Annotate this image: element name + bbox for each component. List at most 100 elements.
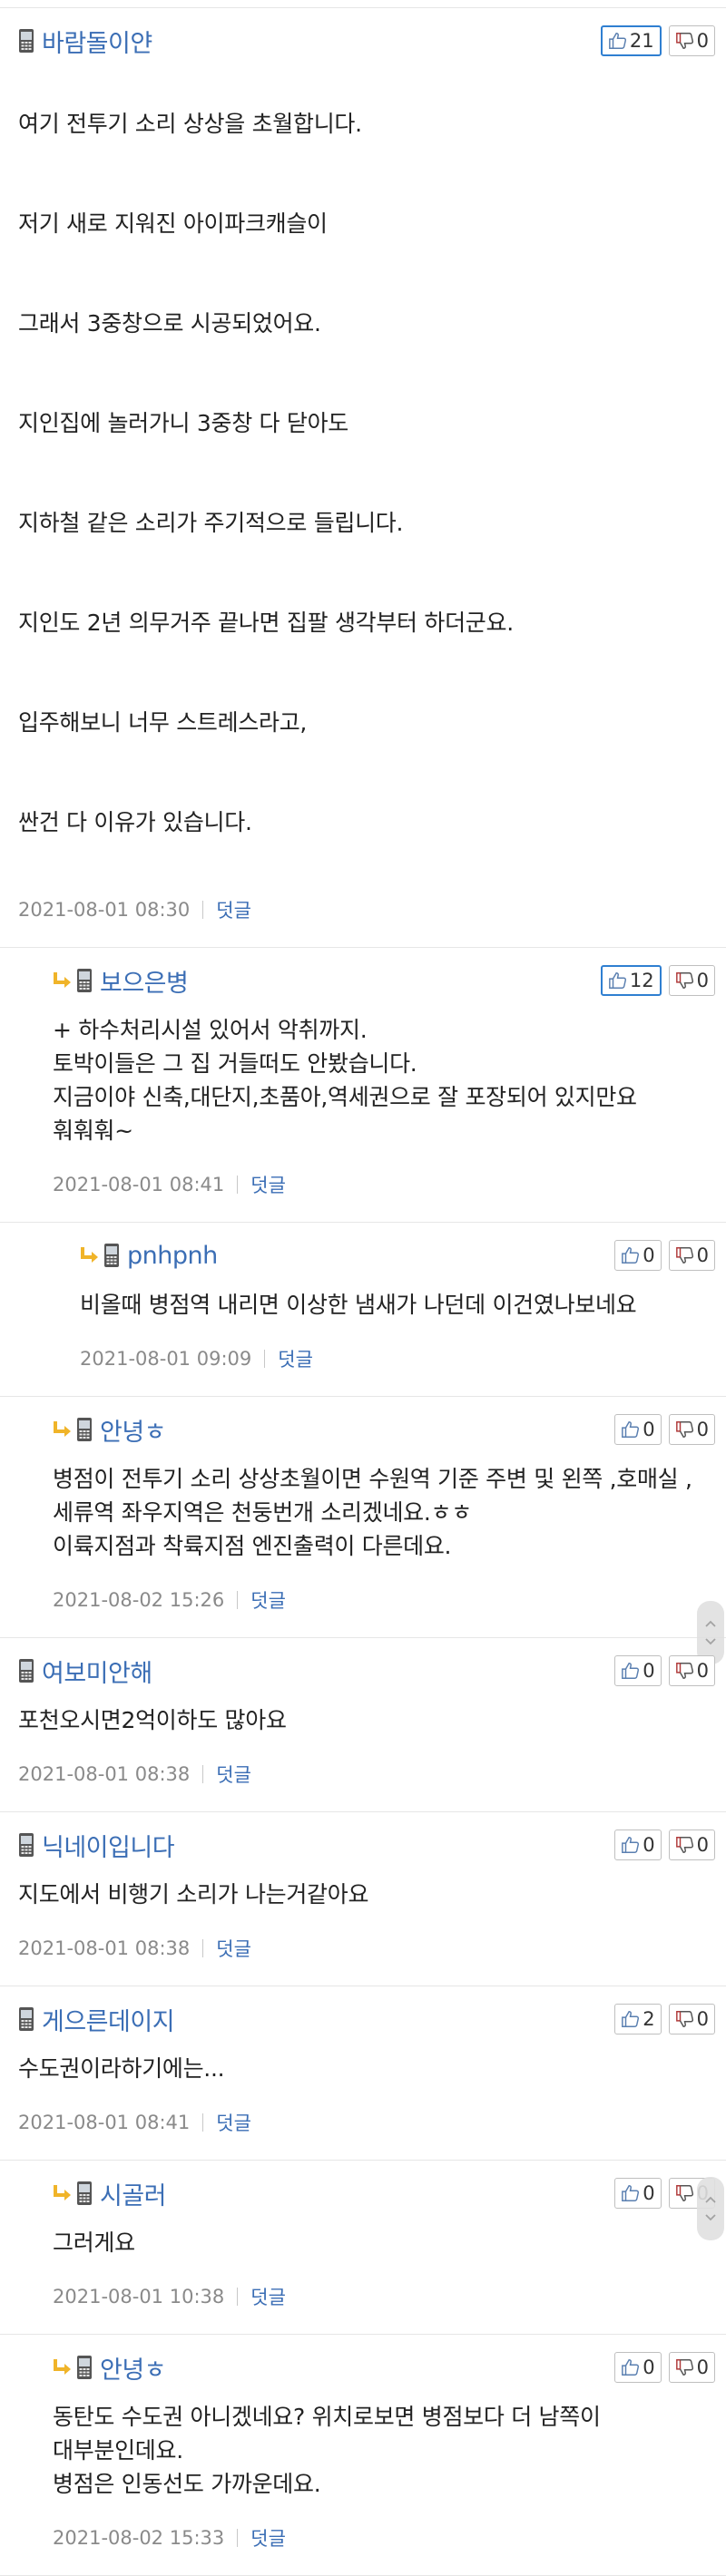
upvote-button[interactable]: 0 xyxy=(614,1240,662,1271)
reply-link[interactable]: 덧글 xyxy=(216,2109,251,2136)
author-nickname[interactable]: 닉네이입니다 xyxy=(42,1828,175,1863)
comment-author[interactable]: 여보미안해 xyxy=(18,1654,152,1689)
thumbs-up-icon xyxy=(622,2011,640,2027)
reply-arrow-icon xyxy=(80,1245,100,1265)
comment-author[interactable]: 안녕ㅎ xyxy=(53,1412,167,1448)
mobile-phone-icon xyxy=(76,968,93,993)
thumbs-up-icon xyxy=(622,1421,640,1438)
comment-body: 수도권이라하기에는... xyxy=(18,2055,225,2082)
reply-link[interactable]: 덧글 xyxy=(250,1171,286,1198)
upvote-button[interactable]: 21 xyxy=(600,25,662,56)
author-nickname[interactable]: 바람돌이얀 xyxy=(42,24,152,59)
thumbs-down-icon xyxy=(675,972,693,989)
upvote-count: 0 xyxy=(643,1244,655,1266)
mobile-phone-icon xyxy=(76,2181,93,2206)
downvote-count: 0 xyxy=(696,2008,709,2030)
downvote-count: 0 xyxy=(696,970,709,991)
mobile-phone-icon xyxy=(76,2355,93,2380)
comment-author[interactable]: 안녕ㅎ xyxy=(53,2350,167,2386)
reply-link[interactable]: 덧글 xyxy=(250,2283,286,2310)
upvote-button[interactable]: 2 xyxy=(614,2004,662,2034)
comment-line: 여기 전투기 소리 상상을 초월합니다. xyxy=(18,111,362,137)
comment-body: 여기 전투기 소리 상상을 초월합니다. 저기 새로 지워진 아이파크캐슬이 그… xyxy=(18,73,715,873)
author-nickname[interactable]: 안녕ㅎ xyxy=(100,2350,167,2386)
upvote-count: 12 xyxy=(629,970,654,991)
downvote-count: 0 xyxy=(696,1834,709,1856)
meta-divider xyxy=(237,1176,239,1194)
thumbs-down-icon xyxy=(675,33,693,49)
reply-link[interactable]: 덧글 xyxy=(250,1586,286,1614)
downvote-count: 0 xyxy=(696,1660,709,1682)
reply-arrow-icon xyxy=(53,971,73,990)
downvote-button[interactable]: 0 xyxy=(668,1414,715,1445)
thumbs-down-icon xyxy=(675,2359,693,2376)
comment-timestamp: 2021-08-01 08:41 xyxy=(53,1174,225,1195)
upvote-count: 0 xyxy=(643,1660,655,1682)
comment-item: 바람돌이얀 21 0 여기 전투기 소리 상상을 초월합니다. 저기 새로 지워… xyxy=(0,8,726,948)
downvote-button[interactable]: 0 xyxy=(668,1655,715,1686)
comment-item: 게으른데이지 2 0 수도권이라하기에는... 2021-08-01 08:41… xyxy=(0,1986,726,2161)
downvote-button[interactable]: 0 xyxy=(668,965,715,996)
comment-item: 보으은병 12 0 + 하수처리시설 있어서 악취까지. 토박이들은 그 집 거… xyxy=(0,948,726,1223)
thumbs-up-icon xyxy=(622,2185,640,2201)
comment-line: 그래서 3중창으로 시공되었어요. xyxy=(18,310,321,337)
thumbs-up-icon xyxy=(622,1837,640,1853)
scroll-handle[interactable] xyxy=(697,2177,724,2240)
downvote-count: 0 xyxy=(696,30,709,52)
upvote-button[interactable]: 0 xyxy=(614,1830,662,1860)
upvote-button[interactable]: 0 xyxy=(614,1655,662,1686)
comment-timestamp: 2021-08-02 15:26 xyxy=(53,1589,225,1611)
comment-timestamp: 2021-08-01 10:38 xyxy=(53,2286,225,2308)
comment-body: 지도에서 비행기 소리가 나는거같아요 xyxy=(18,1881,369,1908)
comment-item: 안녕ㅎ 0 0 동탄도 수도권 아니겠네요? 위치로보면 병점보다 더 남쪽이 … xyxy=(0,2335,726,2576)
thumbs-down-icon xyxy=(675,1663,693,1679)
meta-divider xyxy=(202,1765,204,1783)
upvote-count: 2 xyxy=(643,2008,655,2030)
author-nickname[interactable]: 보으은병 xyxy=(100,963,189,999)
reply-link[interactable]: 덧글 xyxy=(278,1345,313,1372)
reply-link[interactable]: 덧글 xyxy=(216,1761,251,1788)
author-nickname[interactable]: pnhpnh xyxy=(127,1242,218,1270)
upvote-button[interactable]: 12 xyxy=(600,965,662,996)
meta-divider xyxy=(237,1591,239,1609)
comment-timestamp: 2021-08-01 08:38 xyxy=(18,1937,191,1959)
comment-body: 동탄도 수도권 아니겠네요? 위치로보면 병점보다 더 남쪽이 대부분인데요. … xyxy=(53,2404,601,2497)
reply-link[interactable]: 덧글 xyxy=(216,896,251,923)
downvote-button[interactable]: 0 xyxy=(668,2352,715,2383)
comment-author[interactable]: 보으은병 xyxy=(53,963,189,999)
thumbs-down-icon xyxy=(675,1837,693,1853)
mobile-phone-icon xyxy=(103,1243,120,1268)
comment-author[interactable]: 닉네이입니다 xyxy=(18,1828,175,1863)
upvote-button[interactable]: 0 xyxy=(614,2178,662,2209)
comment-author[interactable]: 시골러 xyxy=(53,2176,167,2211)
comment-line: 지하철 같은 소리가 주기적으로 들립니다. xyxy=(18,510,404,536)
reply-arrow-icon xyxy=(53,2357,73,2377)
downvote-button[interactable]: 0 xyxy=(668,25,715,56)
comment-body: 병점이 전투기 소리 상상초월이면 수원역 기준 주변 및 왼쪽 ,호매실 , … xyxy=(53,1466,692,1559)
downvote-button[interactable]: 0 xyxy=(668,1830,715,1860)
comment-item: pnhpnh 0 0 비올때 병점역 내리면 이상한 냄새가 나던데 이건였나보… xyxy=(0,1223,726,1397)
thumbs-up-icon xyxy=(622,1247,640,1264)
reply-link[interactable]: 덧글 xyxy=(250,2524,286,2552)
author-nickname[interactable]: 여보미안해 xyxy=(42,1654,152,1689)
comment-body: 그러게요 xyxy=(53,2230,135,2256)
comment-item: 여보미안해 0 0 포천오시면2억이하도 많아요 2021-08-01 08:3… xyxy=(0,1638,726,1812)
meta-divider xyxy=(202,1939,204,1957)
upvote-button[interactable]: 0 xyxy=(614,1414,662,1445)
upvote-button[interactable]: 0 xyxy=(614,2352,662,2383)
comment-author[interactable]: 바람돌이얀 xyxy=(18,24,152,59)
meta-divider xyxy=(237,2288,239,2306)
comment-line: 싼건 다 이유가 있습니다. xyxy=(18,809,252,835)
reply-arrow-icon xyxy=(53,1420,73,1439)
comment-item: 안녕ㅎ 0 0 병점이 전투기 소리 상상초월이면 수원역 기준 주변 및 왼쪽… xyxy=(0,1397,726,1664)
comment-author[interactable]: 게으른데이지 xyxy=(18,2002,175,2037)
downvote-count: 0 xyxy=(696,2356,709,2378)
author-nickname[interactable]: 시골러 xyxy=(100,2176,167,2211)
author-nickname[interactable]: 안녕ㅎ xyxy=(100,1412,167,1448)
downvote-button[interactable]: 0 xyxy=(668,1240,715,1271)
author-nickname[interactable]: 게으른데이지 xyxy=(42,2002,175,2037)
reply-link[interactable]: 덧글 xyxy=(216,1935,251,1962)
downvote-button[interactable]: 0 xyxy=(668,2004,715,2034)
comment-author[interactable]: pnhpnh xyxy=(80,1242,218,1270)
upvote-count: 0 xyxy=(643,1834,655,1856)
